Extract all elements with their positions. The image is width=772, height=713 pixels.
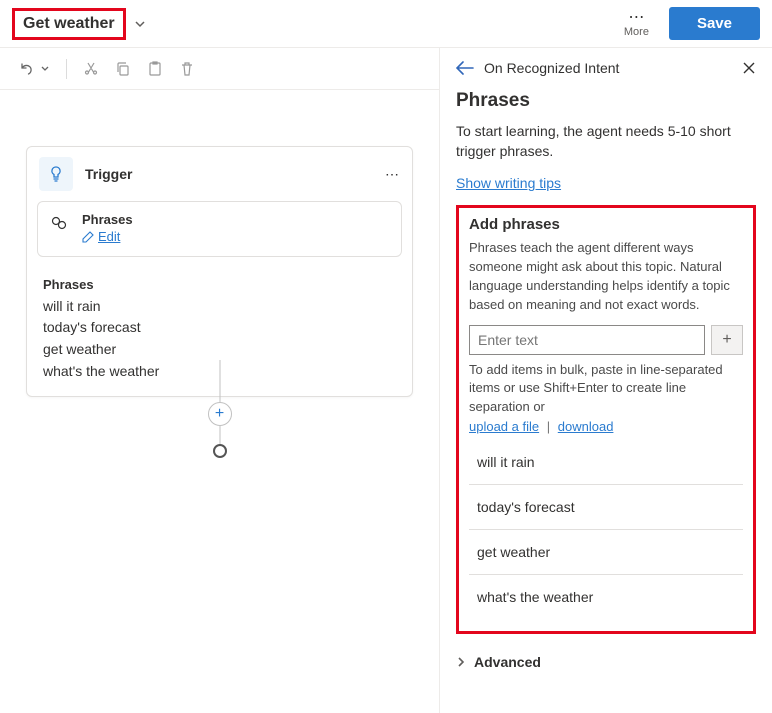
more-label: More xyxy=(624,26,649,38)
panel-breadcrumb: On Recognized Intent xyxy=(484,60,732,76)
cut-icon[interactable] xyxy=(83,61,99,77)
phrase-input[interactable] xyxy=(469,325,705,355)
edit-phrases-link[interactable]: Edit xyxy=(82,229,120,244)
phrase-list-item[interactable]: what's the weather xyxy=(469,575,743,619)
bulk-help-text: To add items in bulk, paste in line-sepa… xyxy=(469,361,743,418)
panel-title: Phrases xyxy=(456,90,756,112)
trigger-lightbulb-icon xyxy=(39,157,73,191)
canvas-toolbar xyxy=(0,48,439,90)
phrase-list-item[interactable]: will it rain xyxy=(469,440,743,485)
phrase-list-item[interactable]: today's forecast xyxy=(469,485,743,530)
save-button[interactable]: Save xyxy=(669,7,760,40)
close-icon[interactable] xyxy=(742,61,756,75)
add-phrases-section: Add phrases Phrases teach the agent diff… xyxy=(456,205,756,634)
end-node xyxy=(213,444,227,458)
add-phrase-button[interactable]: + xyxy=(711,325,743,355)
phrases-card-title: Phrases xyxy=(82,212,133,227)
delete-icon[interactable] xyxy=(179,61,195,77)
topic-title[interactable]: Get weather xyxy=(12,8,126,40)
trigger-title: Trigger xyxy=(85,166,373,182)
back-arrow-icon[interactable] xyxy=(456,61,474,75)
canvas-phrase: will it rain xyxy=(43,296,396,318)
add-node-button[interactable]: + xyxy=(208,402,232,426)
phrase-list-item[interactable]: get weather xyxy=(469,530,743,575)
advanced-section-toggle[interactable]: Advanced xyxy=(456,646,756,678)
ellipsis-icon: ⋯ xyxy=(628,10,644,26)
canvas-phrase: get weather xyxy=(43,339,396,361)
writing-tips-link[interactable]: Show writing tips xyxy=(456,175,561,191)
advanced-label: Advanced xyxy=(474,654,541,670)
copy-icon[interactable] xyxy=(115,61,131,77)
paste-icon[interactable] xyxy=(147,61,163,77)
undo-icon[interactable] xyxy=(18,61,34,77)
phrases-icon xyxy=(50,212,68,246)
trigger-menu-button[interactable]: ⋯ xyxy=(385,166,400,183)
canvas-phrase: today's forecast xyxy=(43,317,396,339)
undo-dropdown-icon[interactable] xyxy=(40,64,50,74)
add-phrases-help: Phrases teach the agent different ways s… xyxy=(469,239,743,314)
more-button[interactable]: ⋯ More xyxy=(624,10,649,38)
chevron-down-icon[interactable] xyxy=(134,18,146,30)
download-link[interactable]: download xyxy=(558,419,614,434)
upload-file-link[interactable]: upload a file xyxy=(469,419,539,434)
pencil-icon xyxy=(82,231,94,243)
topic-title-text: Get weather xyxy=(23,15,115,33)
add-phrases-title: Add phrases xyxy=(469,216,743,233)
phrases-edit-card[interactable]: Phrases Edit xyxy=(37,201,402,257)
chevron-right-icon xyxy=(456,656,466,668)
panel-description: To start learning, the agent needs 5-10 … xyxy=(456,122,756,161)
